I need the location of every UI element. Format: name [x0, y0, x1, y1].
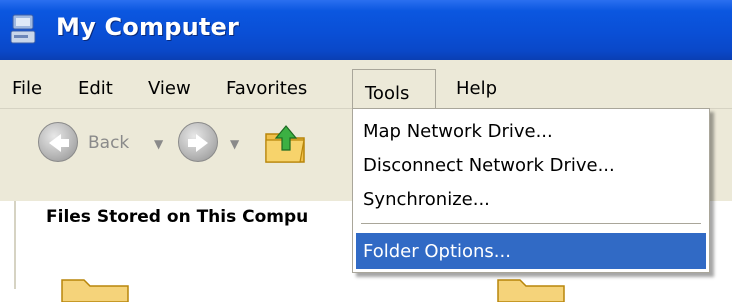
folder-up-icon[interactable] [262, 120, 310, 168]
tools-dropdown-menu: Map Network Drive... Disconnect Network … [352, 108, 710, 273]
menu-edit[interactable]: Edit [78, 78, 113, 99]
menu-item-folder-options[interactable]: Folder Options... [356, 233, 706, 269]
title-bar[interactable]: My Computer [0, 0, 732, 60]
forward-arrow-icon[interactable] [178, 122, 218, 162]
menu-tools-label: Tools [365, 83, 410, 104]
menu-item-synchronize[interactable]: Synchronize... [363, 189, 490, 210]
back-arrow-icon[interactable] [38, 122, 78, 162]
folder-icon[interactable] [60, 272, 132, 302]
menu-item-map-network-drive[interactable]: Map Network Drive... [363, 121, 553, 142]
back-dropdown-icon[interactable]: ▼ [154, 137, 163, 151]
menu-file[interactable]: File [12, 78, 42, 99]
menu-help[interactable]: Help [456, 78, 497, 99]
pane-header: Files Stored on This Compu [46, 207, 309, 227]
menu-tools[interactable]: Tools [352, 69, 436, 109]
my-computer-icon [10, 14, 36, 44]
window-title: My Computer [56, 13, 240, 41]
menu-item-folder-options-label: Folder Options... [363, 241, 511, 262]
menu-item-disconnect-network-drive[interactable]: Disconnect Network Drive... [363, 155, 615, 176]
back-button-label[interactable]: Back [88, 133, 129, 153]
menu-view[interactable]: View [148, 78, 191, 99]
folder-icon[interactable] [496, 272, 568, 302]
forward-dropdown-icon[interactable]: ▼ [230, 137, 239, 151]
menu-favorites[interactable]: Favorites [226, 78, 307, 99]
menu-separator [361, 223, 701, 224]
pane-divider [14, 201, 16, 289]
